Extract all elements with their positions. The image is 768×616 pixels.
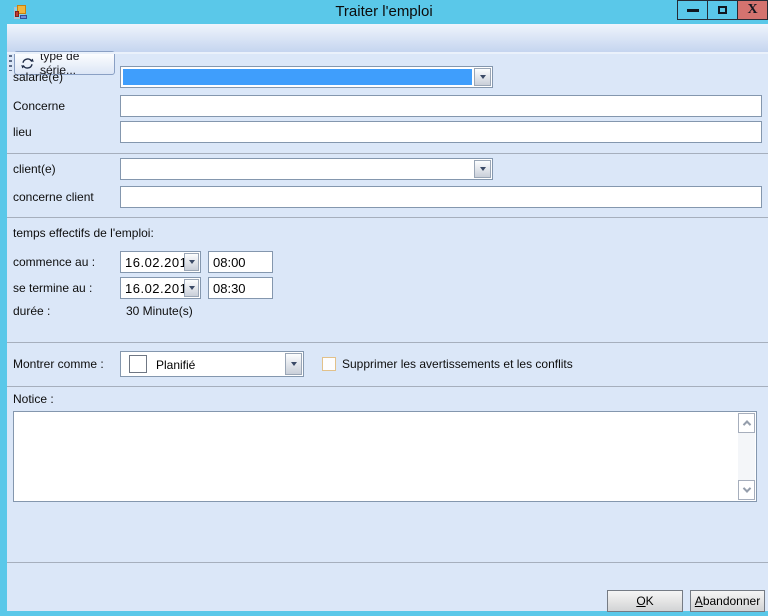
minimize-button[interactable]: [677, 0, 708, 20]
commence-date-dropdown-button[interactable]: [184, 253, 199, 271]
chevron-down-icon: [189, 260, 195, 264]
lieu-input[interactable]: [120, 121, 762, 143]
chevron-down-icon: [189, 286, 195, 290]
maximize-icon: [718, 6, 727, 14]
notice-textarea[interactable]: [14, 412, 738, 501]
maximize-button[interactable]: [707, 0, 738, 20]
window-title: Traiter l'emploi: [0, 3, 768, 20]
toolbar-grip[interactable]: [9, 55, 12, 71]
cancel-button[interactable]: Abandonner: [690, 590, 765, 612]
client-dropdown-button[interactable]: [474, 160, 491, 178]
termine-datepicker[interactable]: 16.02.2016: [120, 277, 201, 299]
separator: [7, 342, 768, 343]
supprimer-checkbox[interactable]: [322, 357, 336, 371]
chevron-down-icon: [480, 167, 486, 171]
separator: [7, 217, 768, 218]
lieu-label: lieu: [13, 125, 32, 139]
content-top-highlight: [7, 52, 768, 54]
chevron-down-icon: [480, 75, 486, 79]
duree-value: 30 Minute(s): [126, 304, 193, 318]
supprimer-label: Supprimer les avertissements et les conf…: [342, 357, 573, 371]
close-icon: X: [747, 3, 757, 17]
concerne-input[interactable]: [120, 95, 762, 117]
notice-label: Notice :: [13, 392, 54, 406]
separator: [7, 386, 768, 387]
separator: [7, 562, 768, 563]
titlebar[interactable]: Traiter l'emploi X: [0, 0, 768, 24]
close-button[interactable]: X: [737, 0, 768, 20]
client-label: client(e): [13, 162, 56, 176]
salarie-selection-highlight: [123, 69, 472, 85]
salarie-combobox[interactable]: [120, 66, 493, 88]
salarie-dropdown-button[interactable]: [474, 68, 491, 86]
client-selection: [123, 161, 472, 177]
status-color-swatch: [129, 355, 147, 373]
montrer-label: Montrer comme :: [13, 357, 104, 371]
montrer-value: Planifié: [156, 358, 195, 372]
window-border-left: [0, 24, 7, 616]
dialog-traiter-lemploi: Traiter l'emploi X type de série... sala…: [0, 0, 768, 616]
termine-label: se termine au :: [13, 281, 92, 295]
toolbar: type de série...: [0, 24, 768, 52]
client-combobox[interactable]: [120, 158, 493, 180]
window-controls: X: [678, 0, 768, 20]
montrer-dropdown-button[interactable]: [285, 353, 302, 375]
chevron-down-icon: [742, 484, 750, 492]
notice-scrollbar[interactable]: [738, 413, 755, 500]
termine-time-input[interactable]: [208, 277, 273, 299]
commence-time-input[interactable]: [208, 251, 273, 273]
termine-date-dropdown-button[interactable]: [184, 279, 199, 297]
ok-button[interactable]: OK: [607, 590, 683, 612]
temps-section-label: temps effectifs de l'emploi:: [13, 226, 154, 240]
chevron-up-icon: [742, 420, 750, 428]
notice-field-container: [13, 411, 757, 502]
chevron-down-icon: [291, 362, 297, 366]
duree-label: durée :: [13, 304, 50, 318]
commence-datepicker[interactable]: 16.02.2016: [120, 251, 201, 273]
concerne-client-input[interactable]: [120, 186, 762, 208]
concerne-client-label: concerne client: [13, 190, 94, 204]
concerne-label: Concerne: [13, 99, 65, 113]
commence-label: commence au :: [13, 255, 95, 269]
salarie-label: salarié(e): [13, 70, 63, 84]
recurrence-icon: [20, 56, 35, 71]
scroll-up-button[interactable]: [738, 413, 755, 433]
scroll-down-button[interactable]: [738, 480, 755, 500]
minimize-icon: [687, 9, 699, 12]
separator: [7, 153, 768, 154]
montrer-dropdown[interactable]: Planifié: [120, 351, 304, 377]
